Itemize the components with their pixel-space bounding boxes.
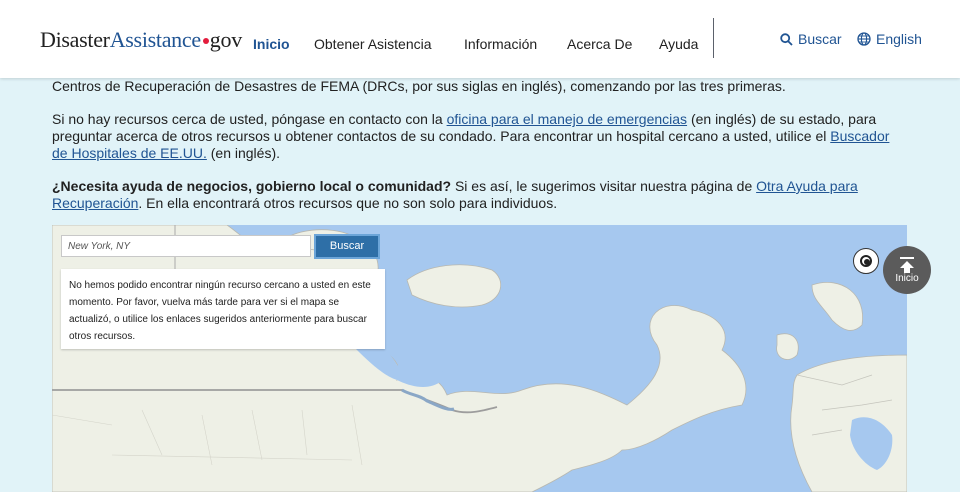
europe-landmass (790, 354, 907, 492)
paragraph-resources-text-1: Si no hay recursos cerca de usted, pónga… (52, 111, 447, 127)
map-search-input[interactable]: New York, NY (61, 235, 311, 257)
emergency-office-link[interactable]: oficina para el manejo de emergencias (447, 111, 687, 127)
british-isles (776, 333, 799, 360)
paragraph-resources-text-3: (en inglés). (206, 145, 281, 161)
paragraph-business-text-1: Si es así, le sugerimos visitar nuestra … (451, 178, 757, 194)
paragraph-business-help: ¿Necesita ayuda de negocios, gobierno lo… (52, 178, 902, 212)
arrow-up-icon (900, 257, 914, 273)
nav-item-ayuda[interactable]: Ayuda (659, 36, 698, 52)
nav-item-acerca-de[interactable]: Acerca De (567, 36, 632, 52)
paragraph-business-text-2: . En ella encontrará otros recursos que … (138, 195, 558, 211)
resource-map[interactable]: New York, NY Buscar No hemos podido enco… (52, 225, 907, 492)
back-to-top-button[interactable]: Inicio (883, 246, 931, 294)
target-icon (864, 259, 870, 265)
search-link[interactable]: Buscar (780, 31, 842, 47)
locate-me-button[interactable] (853, 248, 879, 274)
nav-item-informacion[interactable]: Información (464, 36, 537, 52)
nav-item-obtener-asistencia[interactable]: Obtener Asistencia (314, 36, 432, 52)
search-icon (780, 32, 793, 46)
logo-text-disaster: Disaster (40, 27, 110, 52)
nav-item-inicio[interactable]: Inicio (253, 36, 290, 52)
logo-dot-icon (202, 37, 209, 44)
map-search-button[interactable]: Buscar (314, 234, 380, 259)
back-to-top-label: Inicio (895, 273, 919, 284)
paragraph-resources: Si no hay recursos cerca de usted, pónga… (52, 111, 902, 162)
paragraph-business-question: ¿Necesita ayuda de negocios, gobierno lo… (52, 178, 452, 194)
logo-text-assistance: Assistance (109, 27, 201, 52)
language-toggle-label: English (876, 31, 922, 47)
globe-icon (857, 32, 871, 46)
language-toggle[interactable]: English (857, 31, 922, 47)
logo-text-gov: gov (209, 27, 242, 52)
site-header: DisasterAssistance gov Inicio Obtener Asi… (0, 0, 960, 78)
map-tiles (52, 225, 907, 492)
nav-divider (713, 18, 714, 58)
no-resources-message: No hemos podido encontrar ningún recurso… (61, 269, 385, 349)
paragraph-drc: Centros de Recuperación de Desastres de … (52, 78, 786, 94)
search-link-label: Buscar (798, 31, 842, 47)
site-logo[interactable]: DisasterAssistance gov (40, 27, 242, 53)
